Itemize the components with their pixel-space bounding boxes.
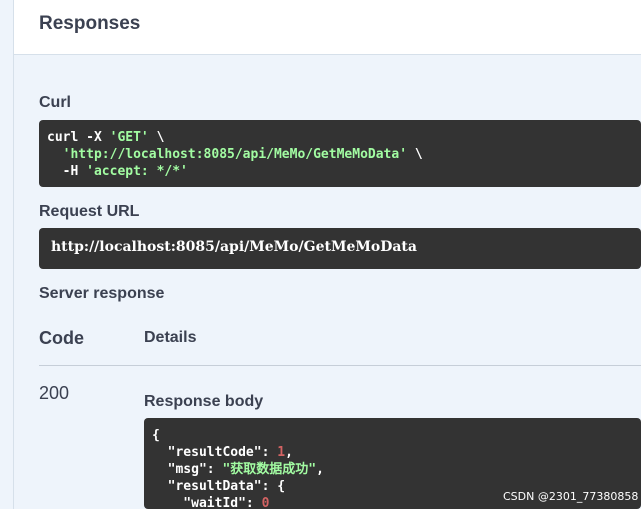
responses-title: Responses xyxy=(39,13,141,34)
body-comma: , xyxy=(316,462,324,477)
body-line1: { xyxy=(152,428,160,443)
curl-code-block[interactable]: curl -X 'GET' \ 'http://localhost:8085/a… xyxy=(39,120,641,187)
watermark: CSDN @2301_77380858 xyxy=(503,490,639,503)
body-comma: , xyxy=(285,445,293,460)
curl-line3-prefix: -H xyxy=(47,164,87,179)
server-response-label: Server response xyxy=(39,285,165,302)
code-column-header: Code xyxy=(39,328,84,348)
body-sep: : { xyxy=(261,479,286,494)
curl-line2-prefix xyxy=(47,147,63,162)
details-column-header: Details xyxy=(144,329,197,346)
body-key-waitid: "waitId" xyxy=(152,496,246,509)
body-sep: : xyxy=(206,462,223,477)
curl-line1-prefix: curl -X xyxy=(47,130,110,145)
body-sep: : xyxy=(245,496,262,509)
request-url-value: http://localhost:8085/api/MeMo/GetMeMoDa… xyxy=(51,239,417,255)
responses-header: Responses xyxy=(14,0,641,55)
request-url-label: Request URL xyxy=(39,203,140,220)
curl-header: 'accept: */*' xyxy=(86,164,188,179)
curl-method: 'GET' xyxy=(109,130,149,145)
left-border xyxy=(13,0,14,509)
body-key-resultdata: "resultData" xyxy=(152,479,262,494)
table-divider xyxy=(39,365,641,366)
body-val-msg: "获取数据成功" xyxy=(222,462,317,477)
body-key-resultcode: "resultCode" xyxy=(152,445,262,460)
curl-label: Curl xyxy=(39,94,71,111)
request-url-block[interactable]: http://localhost:8085/api/MeMo/GetMeMoDa… xyxy=(39,228,641,269)
body-key-msg: "msg" xyxy=(152,462,207,477)
body-val-waitid: 0 xyxy=(261,496,270,509)
curl-url: 'http://localhost:8085/api/MeMo/GetMeMoD… xyxy=(62,147,408,162)
body-val-resultcode: 1 xyxy=(277,445,286,460)
curl-line1-suffix: \ xyxy=(148,130,165,145)
curl-line2-suffix: \ xyxy=(407,147,423,162)
status-code: 200 xyxy=(39,383,70,403)
response-body-label: Response body xyxy=(144,393,264,410)
body-sep: : xyxy=(261,445,278,460)
